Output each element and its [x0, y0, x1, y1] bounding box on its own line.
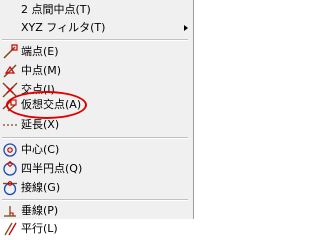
context-menu-screenshot: 2 点間中点(T) XYZ フィルタ(T) 端点(E) 中点(M) 交点(I) … [0, 0, 200, 236]
menu-item-label: 2 点間中点(T) [21, 3, 91, 16]
menu-item-label: 四半円点(Q) [21, 162, 83, 175]
center-icon [2, 142, 18, 158]
menu-item-label: 垂線(P) [21, 204, 59, 217]
menu-item-endpoint[interactable]: 端点(E) [0, 42, 193, 62]
menu-item-label: 端点(E) [21, 45, 59, 58]
tangent-icon [2, 180, 18, 196]
menu-item-tangent[interactable]: 接線(G) [0, 178, 193, 198]
menu-separator [2, 39, 188, 41]
menu-item-midpoint[interactable]: 中点(M) [0, 61, 193, 81]
menu-item-label: 仮想交点(A) [21, 98, 82, 111]
menu-item-label: XYZ フィルタ(T) [21, 21, 106, 34]
menu-item-label: 中心(C) [21, 143, 60, 156]
osnap-context-menu: 2 点間中点(T) XYZ フィルタ(T) 端点(E) 中点(M) 交点(I) … [0, 0, 194, 236]
extension-icon [2, 117, 18, 133]
menu-item-perpendicular[interactable]: 垂線(P) [0, 201, 193, 221]
menu-item-label: 延長(X) [21, 118, 60, 131]
menu-item-quadrant[interactable]: 四半円点(Q) [0, 159, 193, 179]
menu-item-extension[interactable]: 延長(X) [0, 115, 193, 135]
parallel-icon [2, 221, 18, 237]
quadrant-icon [2, 161, 18, 177]
submenu-arrow-icon [184, 25, 188, 31]
menu-item-apparent-intersection[interactable]: 仮想交点(A) [0, 95, 193, 115]
menu-item-label: 接線(G) [21, 181, 61, 194]
menu-item-midpoint-between-two-points[interactable]: 2 点間中点(T) [0, 0, 193, 20]
midpoint-icon [2, 63, 18, 79]
menu-item-xyz-filter[interactable]: XYZ フィルタ(T) [0, 18, 193, 38]
menu-item-parallel[interactable]: 平行(L) [0, 219, 193, 239]
menu-item-center[interactable]: 中心(C) [0, 140, 193, 160]
endpoint-icon [2, 44, 18, 60]
perpendicular-icon [2, 203, 18, 219]
apparent-intersection-icon [2, 97, 18, 113]
menu-separator [2, 137, 188, 139]
menu-item-label: 平行(L) [21, 222, 58, 235]
menu-item-label: 中点(M) [21, 64, 62, 77]
